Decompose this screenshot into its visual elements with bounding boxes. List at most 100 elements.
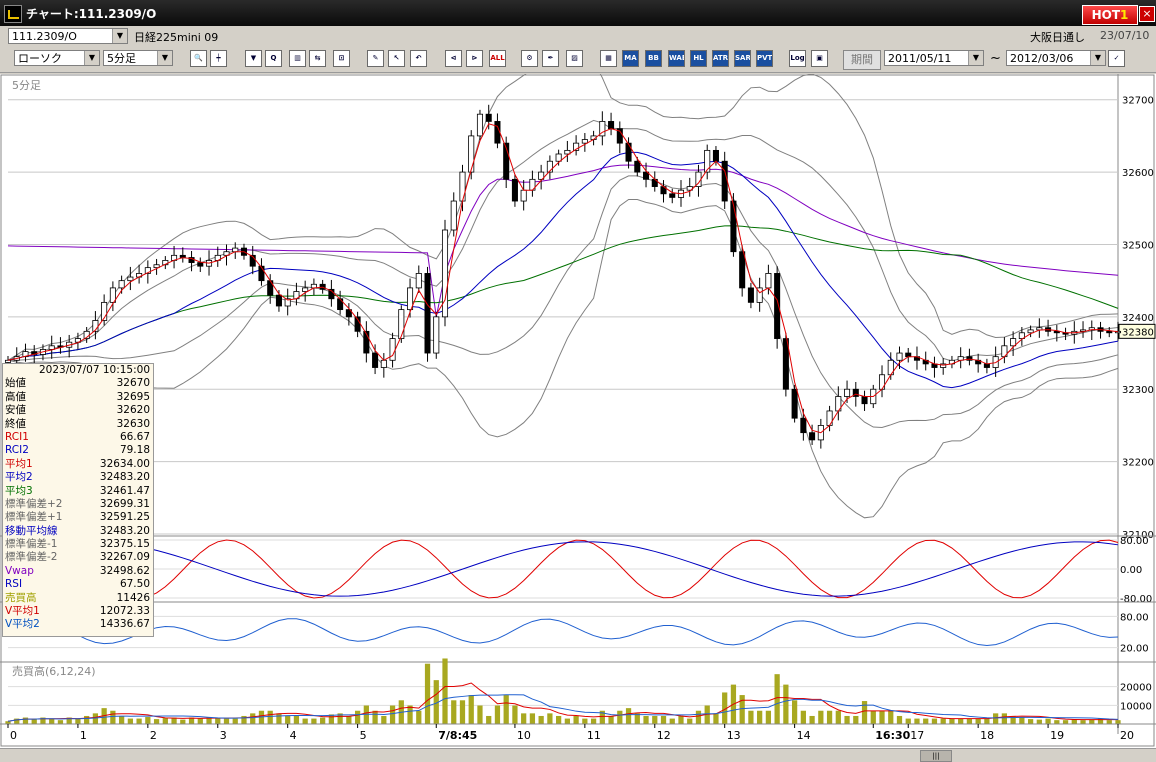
cursor-icon[interactable]: ↖: [388, 50, 405, 67]
prev-icon[interactable]: ⊲: [445, 50, 462, 67]
chevron-down-icon[interactable]: ▼: [84, 51, 99, 65]
crosshair-icon[interactable]: ┿: [210, 50, 227, 67]
candle-body: [433, 316, 440, 354]
volume-bar: [119, 715, 125, 724]
volume-bar: [547, 713, 553, 724]
symbol-select[interactable]: 111.2309/O ▼: [8, 28, 128, 44]
app-chart-icon: [4, 5, 22, 23]
candle-body: [127, 276, 134, 282]
exchange-label: 大阪日通し: [1030, 31, 1085, 44]
volume-bar: [285, 715, 291, 724]
candle-body: [1027, 329, 1034, 334]
volume-bar: [660, 715, 667, 724]
info-row: 終値 32630: [3, 418, 153, 431]
bb-icon[interactable]: BB: [645, 50, 662, 67]
tool-icon[interactable]: ✒: [542, 50, 559, 67]
candle-body: [275, 294, 282, 307]
undo-icon[interactable]: ↶: [410, 50, 427, 67]
volume-bar: [975, 718, 981, 724]
chart-area[interactable]: 5分足 32700 32600 32500 32400 32300 32200 3 2 10 0 32…: [0, 60, 1156, 760]
color-icon[interactable]: ▨: [566, 50, 583, 67]
info-label: V平均1: [5, 605, 40, 618]
info-label: 平均2: [5, 471, 33, 484]
next-icon[interactable]: ⊳: [466, 50, 483, 67]
settings-icon[interactable]: ⚙: [521, 50, 538, 67]
volume-bar: [267, 710, 273, 724]
volume-bar: [442, 658, 448, 724]
flip-icon[interactable]: ⇆: [309, 50, 326, 67]
osc-tick-label: 0.00: [1120, 565, 1142, 576]
volume-bar: [1080, 720, 1086, 724]
info-label: 標準偏差+2: [5, 497, 63, 510]
info-row: 安値 32620: [3, 404, 153, 417]
date-to-field[interactable]: 2012/03/06 ▼: [1006, 50, 1106, 66]
x-tick-label: 1: [80, 729, 87, 742]
info-value: 32591.25: [99, 511, 150, 524]
volume-bar: [223, 718, 230, 724]
volume-bar: [783, 684, 789, 724]
timeframe-select[interactable]: 5分足 ▼: [103, 50, 173, 66]
x-tick-label: 16:30: [875, 729, 910, 742]
volume-bar: [529, 713, 536, 724]
apply-check-icon[interactable]: ✓: [1108, 50, 1125, 67]
candle-body: [380, 359, 387, 368]
grid-icon[interactable]: ▦: [600, 50, 617, 67]
scroll-thumb[interactable]: |||: [920, 750, 952, 762]
info-row: 高値 32695: [3, 391, 153, 404]
lock-icon[interactable]: ⊡: [333, 50, 350, 67]
chevron-down-icon[interactable]: ▼: [112, 29, 127, 43]
bar-chart-icon[interactable]: ▥: [289, 50, 306, 67]
volume-bar: [92, 713, 99, 724]
calendar-icon[interactable]: ▼: [968, 51, 983, 65]
x-tick-label: 10: [517, 729, 531, 742]
volume-bar: [276, 713, 282, 724]
volume-bar: [1019, 717, 1025, 724]
chart-type-select[interactable]: ローソク ▼: [14, 50, 100, 66]
candle-body: [232, 247, 239, 253]
hl-icon[interactable]: HL: [690, 50, 707, 67]
volume-bar: [678, 715, 684, 724]
arrow-down-icon[interactable]: ▼: [245, 50, 262, 67]
pvt-icon[interactable]: PVT: [756, 50, 773, 67]
volume-bar: [354, 710, 361, 724]
zoom-icon[interactable]: 🔍: [190, 50, 207, 67]
info-row: 移動平均線 32483.20: [3, 525, 153, 538]
all-icon[interactable]: ALL: [489, 50, 506, 67]
current-date: 23/07/10: [1100, 29, 1150, 42]
volume-bar: [695, 710, 702, 724]
chevron-down-icon[interactable]: ▼: [157, 51, 172, 65]
hot-button[interactable]: HOT1: [1082, 5, 1138, 25]
wae-icon[interactable]: WAE: [668, 50, 685, 67]
calendar-icon[interactable]: ▼: [1090, 51, 1105, 65]
log-icon[interactable]: Log: [789, 50, 806, 67]
candle-body: [747, 287, 754, 303]
ma-icon[interactable]: MA: [622, 50, 639, 67]
price-tick-label: 32600: [1122, 168, 1154, 179]
candle-body: [337, 298, 344, 311]
volume-bar: [197, 718, 203, 724]
volume-bar: [1001, 713, 1007, 724]
volume-bar: [84, 715, 90, 724]
volume-bar: [49, 718, 55, 724]
period-button[interactable]: 期間: [843, 50, 881, 70]
sar-icon[interactable]: SAR: [734, 50, 751, 67]
atr-icon[interactable]: ATR: [712, 50, 729, 67]
pencil-icon[interactable]: ✎: [367, 50, 384, 67]
info-row: 標準偏差+2 32699.31: [3, 498, 153, 511]
candle-body: [809, 432, 816, 441]
info-value: 32620: [116, 404, 150, 417]
volume-bar: [879, 710, 885, 724]
price-chart[interactable]: 5分足 32700 32600 32500 32400 32300 32200 3 2 10 0 32…: [0, 60, 1156, 748]
close-button[interactable]: ×: [1139, 6, 1155, 22]
layout-icon[interactable]: ▣: [811, 50, 828, 67]
window-title: チャート:111.2309/O: [26, 7, 157, 21]
volume-bar: [1036, 719, 1042, 724]
volume-bar: [75, 718, 81, 724]
volume-tick-label: 20000: [1120, 683, 1152, 694]
horizontal-scrollbar[interactable]: |||: [0, 748, 1156, 762]
volume-bar: [861, 701, 868, 724]
date-from-field[interactable]: 2011/05/11 ▼: [884, 50, 984, 66]
info-row: V平均2 14336.67: [3, 618, 153, 631]
info-icon[interactable]: Q: [265, 50, 282, 67]
volume-bar: [477, 705, 483, 724]
